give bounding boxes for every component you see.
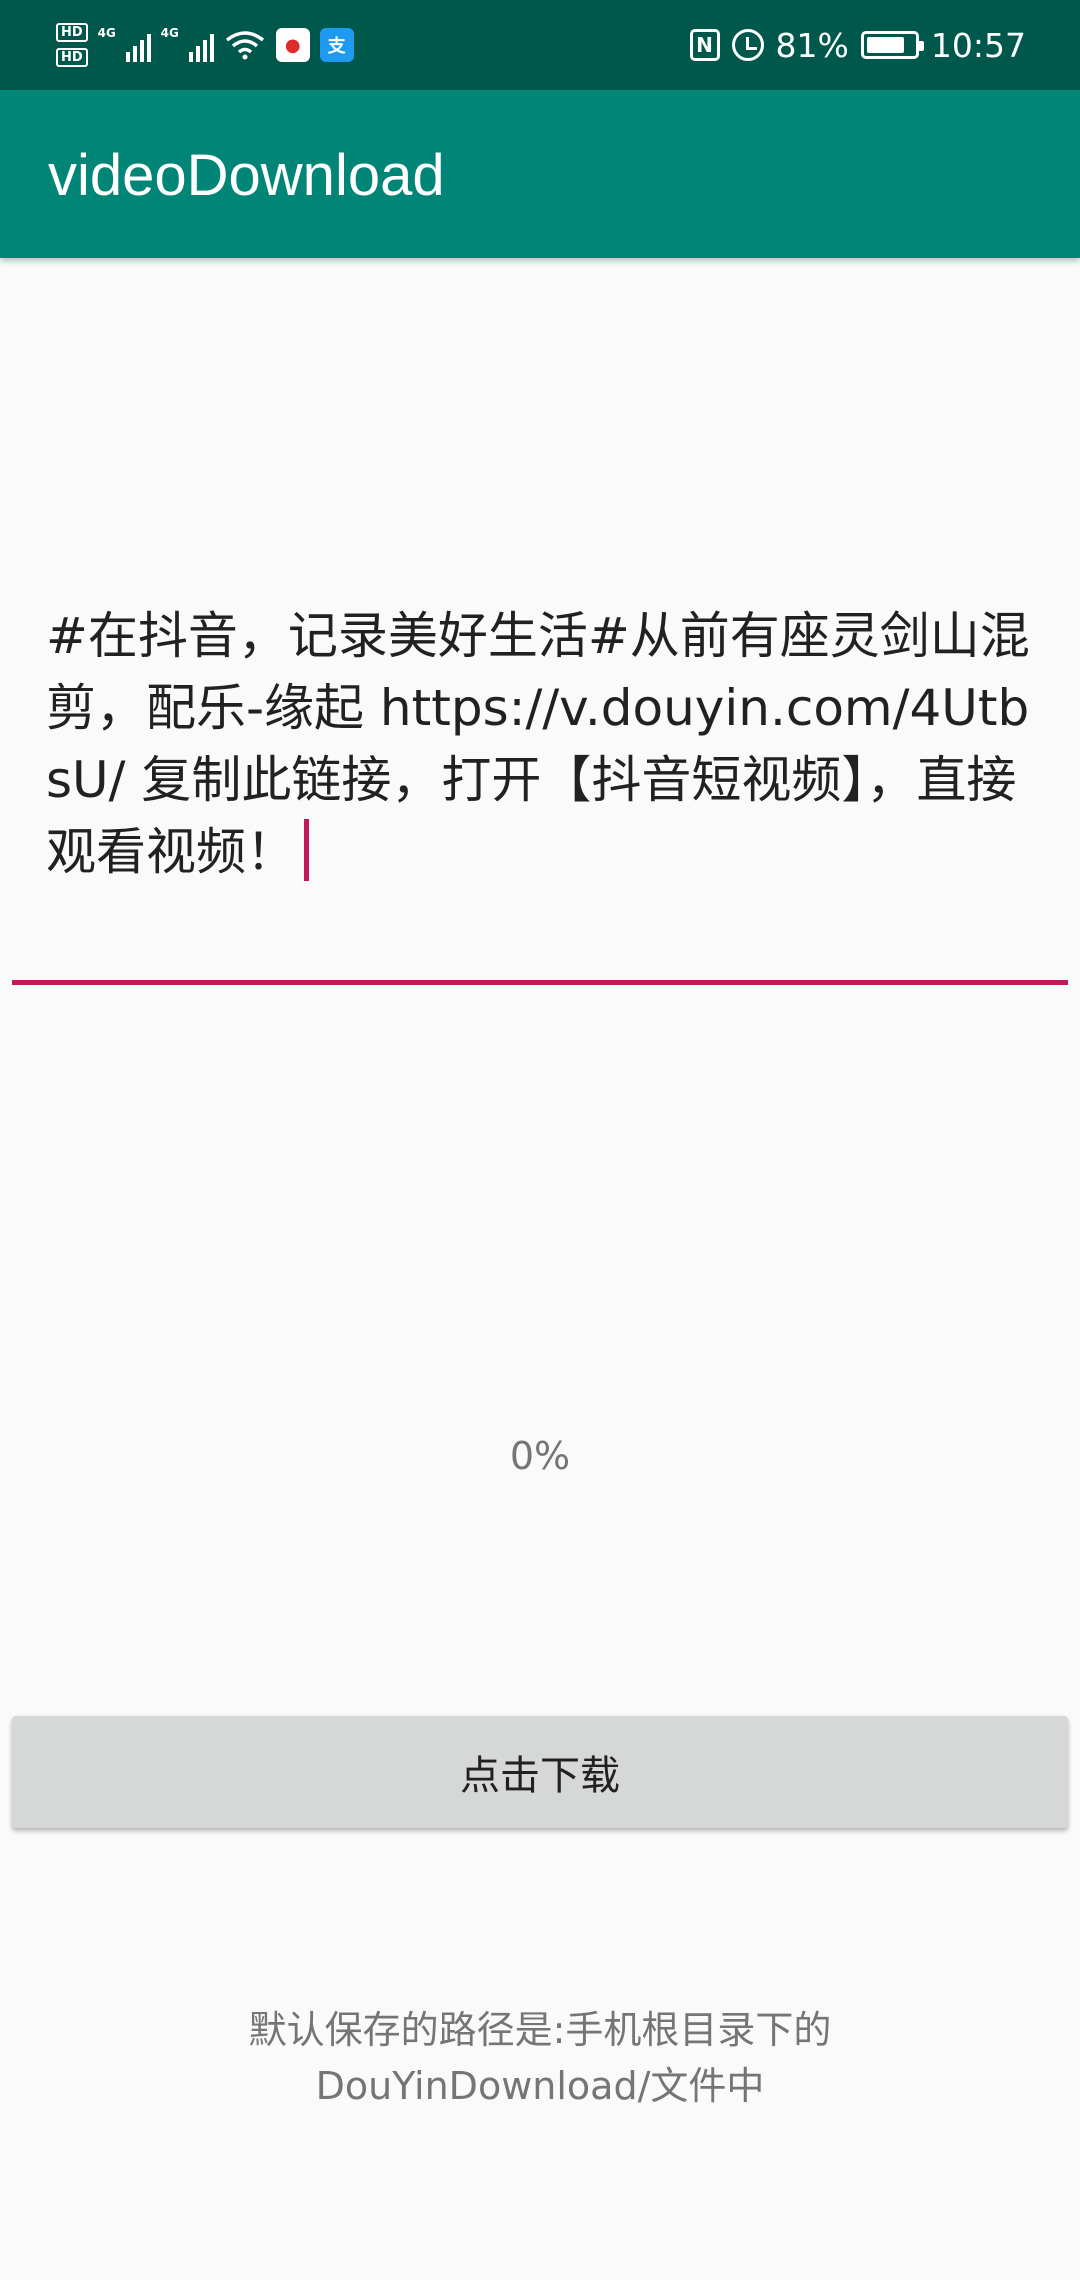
- nfc-icon: N: [689, 29, 720, 61]
- signal-icon: 4G: [97, 26, 151, 62]
- edit-text-underline: [12, 980, 1068, 985]
- url-edit-text-content[interactable]: #在抖音，记录美好生活#从前有座灵剑山混剪，配乐-缘起 https://v.do…: [46, 600, 1046, 888]
- battery-fill: [866, 37, 905, 53]
- app-title: videoDownload: [48, 143, 445, 208]
- download-button[interactable]: 点击下载: [12, 1716, 1068, 1828]
- network-type-1: 4G: [97, 26, 116, 40]
- hd-label-2: HD: [56, 48, 88, 67]
- alipay-icon: 支: [319, 28, 354, 62]
- progress-label: 0%: [509, 1434, 571, 1478]
- hd-label-1: HD: [56, 23, 88, 42]
- save-path-hint: 默认保存的路径是:手机根目录下的 DouYinDownload/文件中: [0, 2002, 1080, 2114]
- status-bar-right: N 81% 10:57: [689, 14, 1026, 76]
- app-bar: videoDownload: [0, 90, 1080, 258]
- battery-percent: 81%: [775, 25, 849, 65]
- hd-icon: HD HD: [56, 23, 88, 67]
- signal-icon: 4G: [160, 26, 214, 62]
- alarm-icon: [731, 29, 764, 61]
- clock-time: 10:57: [930, 25, 1026, 65]
- battery-icon: [860, 31, 924, 59]
- save-path-hint-line-2: DouYinDownload/文件中: [315, 2064, 765, 2108]
- network-type-2: 4G: [160, 26, 179, 40]
- url-edit-text[interactable]: #在抖音，记录美好生活#从前有座灵剑山混剪，配乐-缘起 https://v.do…: [12, 600, 1068, 986]
- app-notification-icon: ●: [275, 28, 310, 62]
- status-bar-left: HD HD 4G 4G ● 支: [56, 14, 354, 76]
- save-path-hint-line-1: 默认保存的路径是:手机根目录下的: [248, 2008, 832, 2052]
- edit-text-value: #在抖音，记录美好生活#从前有座灵剑山混剪，配乐-缘起 https://v.do…: [46, 607, 1030, 881]
- status-bar: HD HD 4G 4G ● 支 N 81% 10:57: [0, 0, 1080, 90]
- text-cursor: [304, 819, 309, 881]
- wifi-icon: [224, 28, 266, 62]
